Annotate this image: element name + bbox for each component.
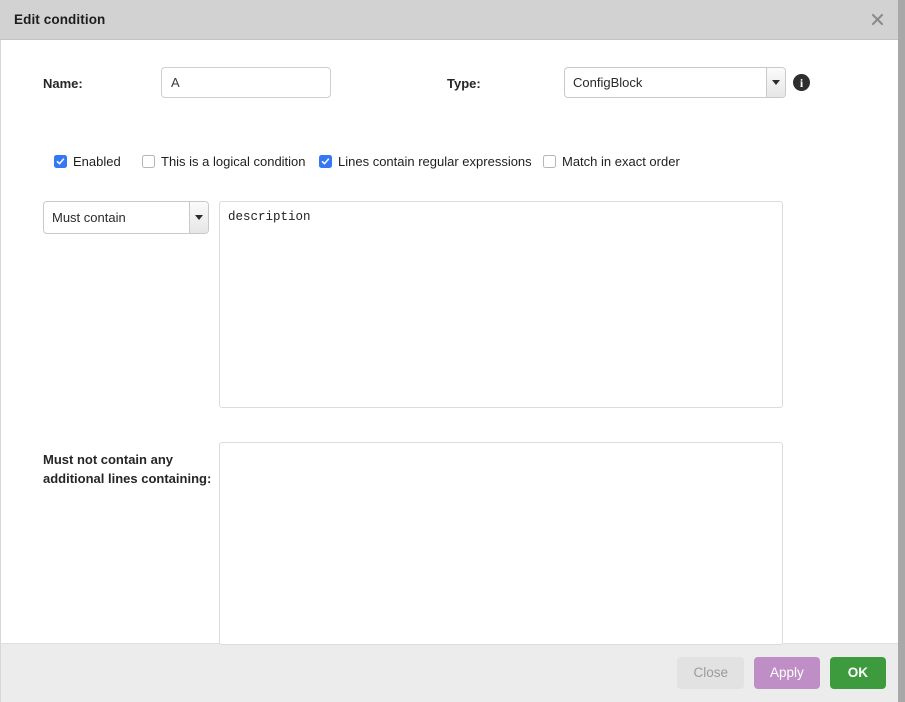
dialog-title: Edit condition bbox=[14, 12, 106, 27]
identity-row: Name: Type: ConfigBlock i bbox=[1, 67, 899, 101]
ok-button[interactable]: OK bbox=[829, 657, 886, 689]
checkbox-label: Enabled bbox=[73, 153, 121, 169]
match-lines-textarea[interactable] bbox=[219, 201, 783, 408]
checkbox-match-exact-order[interactable]: Match in exact order bbox=[543, 152, 680, 170]
exclude-lines-textarea[interactable] bbox=[219, 442, 783, 645]
exclude-rule-label-line2: additional lines containing: bbox=[43, 470, 212, 486]
checkbox-box[interactable] bbox=[319, 154, 332, 168]
dialog-titlebar: Edit condition bbox=[0, 0, 898, 40]
options-checkbox-row: Enabled This is a logical condition Line… bbox=[1, 152, 899, 170]
exclude-rule-label-line1: Must not contain any bbox=[43, 452, 173, 467]
checkbox-box[interactable] bbox=[543, 154, 556, 168]
exclude-rule-label: Must not contain any additional lines co… bbox=[43, 451, 213, 489]
dialog-body: Name: Type: ConfigBlock i Enabled bbox=[0, 40, 899, 645]
checkbox-label: Lines contain regular expressions bbox=[338, 153, 532, 169]
close-button[interactable]: Close bbox=[677, 657, 744, 689]
checkbox-enabled[interactable]: Enabled bbox=[54, 152, 121, 170]
checkbox-label: This is a logical condition bbox=[161, 153, 306, 169]
checkbox-box[interactable] bbox=[54, 154, 67, 168]
name-label: Name: bbox=[43, 76, 83, 91]
checkbox-logical-condition[interactable]: This is a logical condition bbox=[142, 152, 306, 170]
type-select-value: ConfigBlock bbox=[573, 75, 643, 90]
name-input[interactable] bbox=[161, 67, 331, 98]
match-mode-value: Must contain bbox=[52, 210, 126, 225]
checkbox-box[interactable] bbox=[142, 154, 155, 168]
info-icon[interactable]: i bbox=[793, 74, 810, 91]
chevron-down-icon[interactable] bbox=[189, 202, 208, 233]
checkbox-regular-expressions[interactable]: Lines contain regular expressions bbox=[319, 152, 532, 170]
type-label: Type: bbox=[447, 76, 481, 91]
chevron-down-icon[interactable] bbox=[766, 68, 785, 97]
apply-button[interactable]: Apply bbox=[753, 657, 820, 689]
checkbox-label: Match in exact order bbox=[562, 153, 680, 169]
dialog-footer: Close Apply OK bbox=[0, 643, 898, 702]
type-select[interactable]: ConfigBlock bbox=[564, 67, 786, 98]
match-mode-select[interactable]: Must contain bbox=[43, 201, 209, 234]
edit-condition-dialog: Edit condition Name: Type: ConfigBlock i bbox=[0, 0, 905, 702]
close-icon[interactable] bbox=[856, 0, 898, 39]
